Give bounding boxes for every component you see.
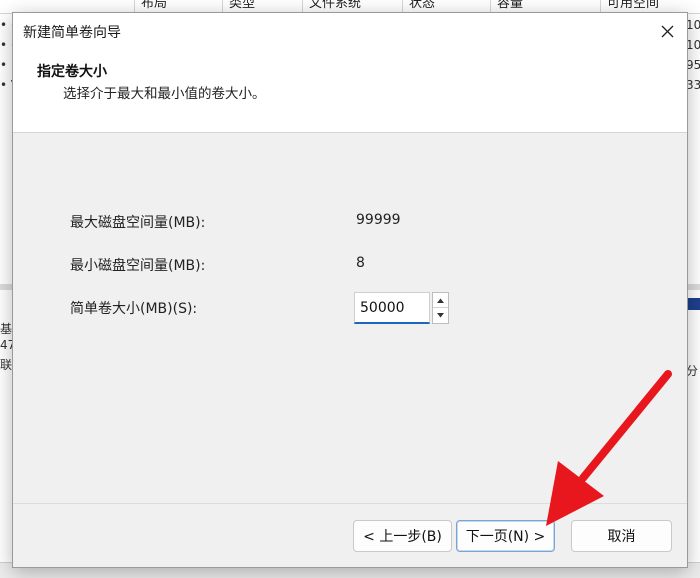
stepper-buttons (432, 292, 449, 324)
max-space-value: 99999 (356, 212, 401, 228)
volume-size-label: 简单卷大小(MB)(S): (70, 301, 198, 317)
volume-free-space: 33 (686, 78, 700, 92)
max-space-label: 最大磁盘空间量(MB): (70, 215, 206, 231)
close-icon (661, 25, 673, 37)
cancel-button[interactable]: 取消 (571, 520, 672, 552)
disk-label: 基 (0, 322, 13, 336)
volume-size-input[interactable] (354, 292, 430, 324)
dialog-title: 新建简单卷向导 (23, 25, 121, 41)
chevron-down-icon (437, 313, 444, 318)
back-button[interactable]: < 上一步(B) (353, 520, 452, 552)
wizard-page-header: 指定卷大小 选择介于最大和最小值的卷大小。 (13, 49, 687, 133)
next-button[interactable]: 下一页(N) > (456, 520, 555, 552)
new-simple-volume-wizard: 新建简单卷向导 指定卷大小 选择介于最大和最小值的卷大小。 最大磁盘空间量(MB… (12, 12, 688, 568)
dialog-titlebar[interactable]: 新建简单卷向导 (13, 13, 687, 49)
chevron-up-icon (437, 298, 444, 303)
disk-status: 联 (0, 358, 13, 372)
volume-free-space: 10 (686, 18, 700, 32)
close-button[interactable] (647, 13, 687, 49)
page-title: 指定卷大小 (37, 64, 107, 80)
stepper-down-button[interactable] (433, 308, 448, 323)
wizard-body: 最大磁盘空间量(MB): 99999 最小磁盘空间量(MB): 8 简单卷大小(… (13, 133, 687, 503)
stepper-up-button[interactable] (433, 293, 448, 308)
volume-free-space: 95 (686, 58, 700, 72)
volume-free-space: 10 (686, 38, 700, 52)
volume-size-stepper (354, 292, 449, 324)
wizard-footer: < 上一步(B) 下一页(N) > 取消 (13, 503, 687, 567)
partition-bar (686, 298, 700, 310)
min-space-value: 8 (356, 255, 365, 271)
page-subtitle: 选择介于最大和最小值的卷大小。 (63, 86, 266, 102)
min-space-label: 最小磁盘空间量(MB): (70, 258, 206, 274)
